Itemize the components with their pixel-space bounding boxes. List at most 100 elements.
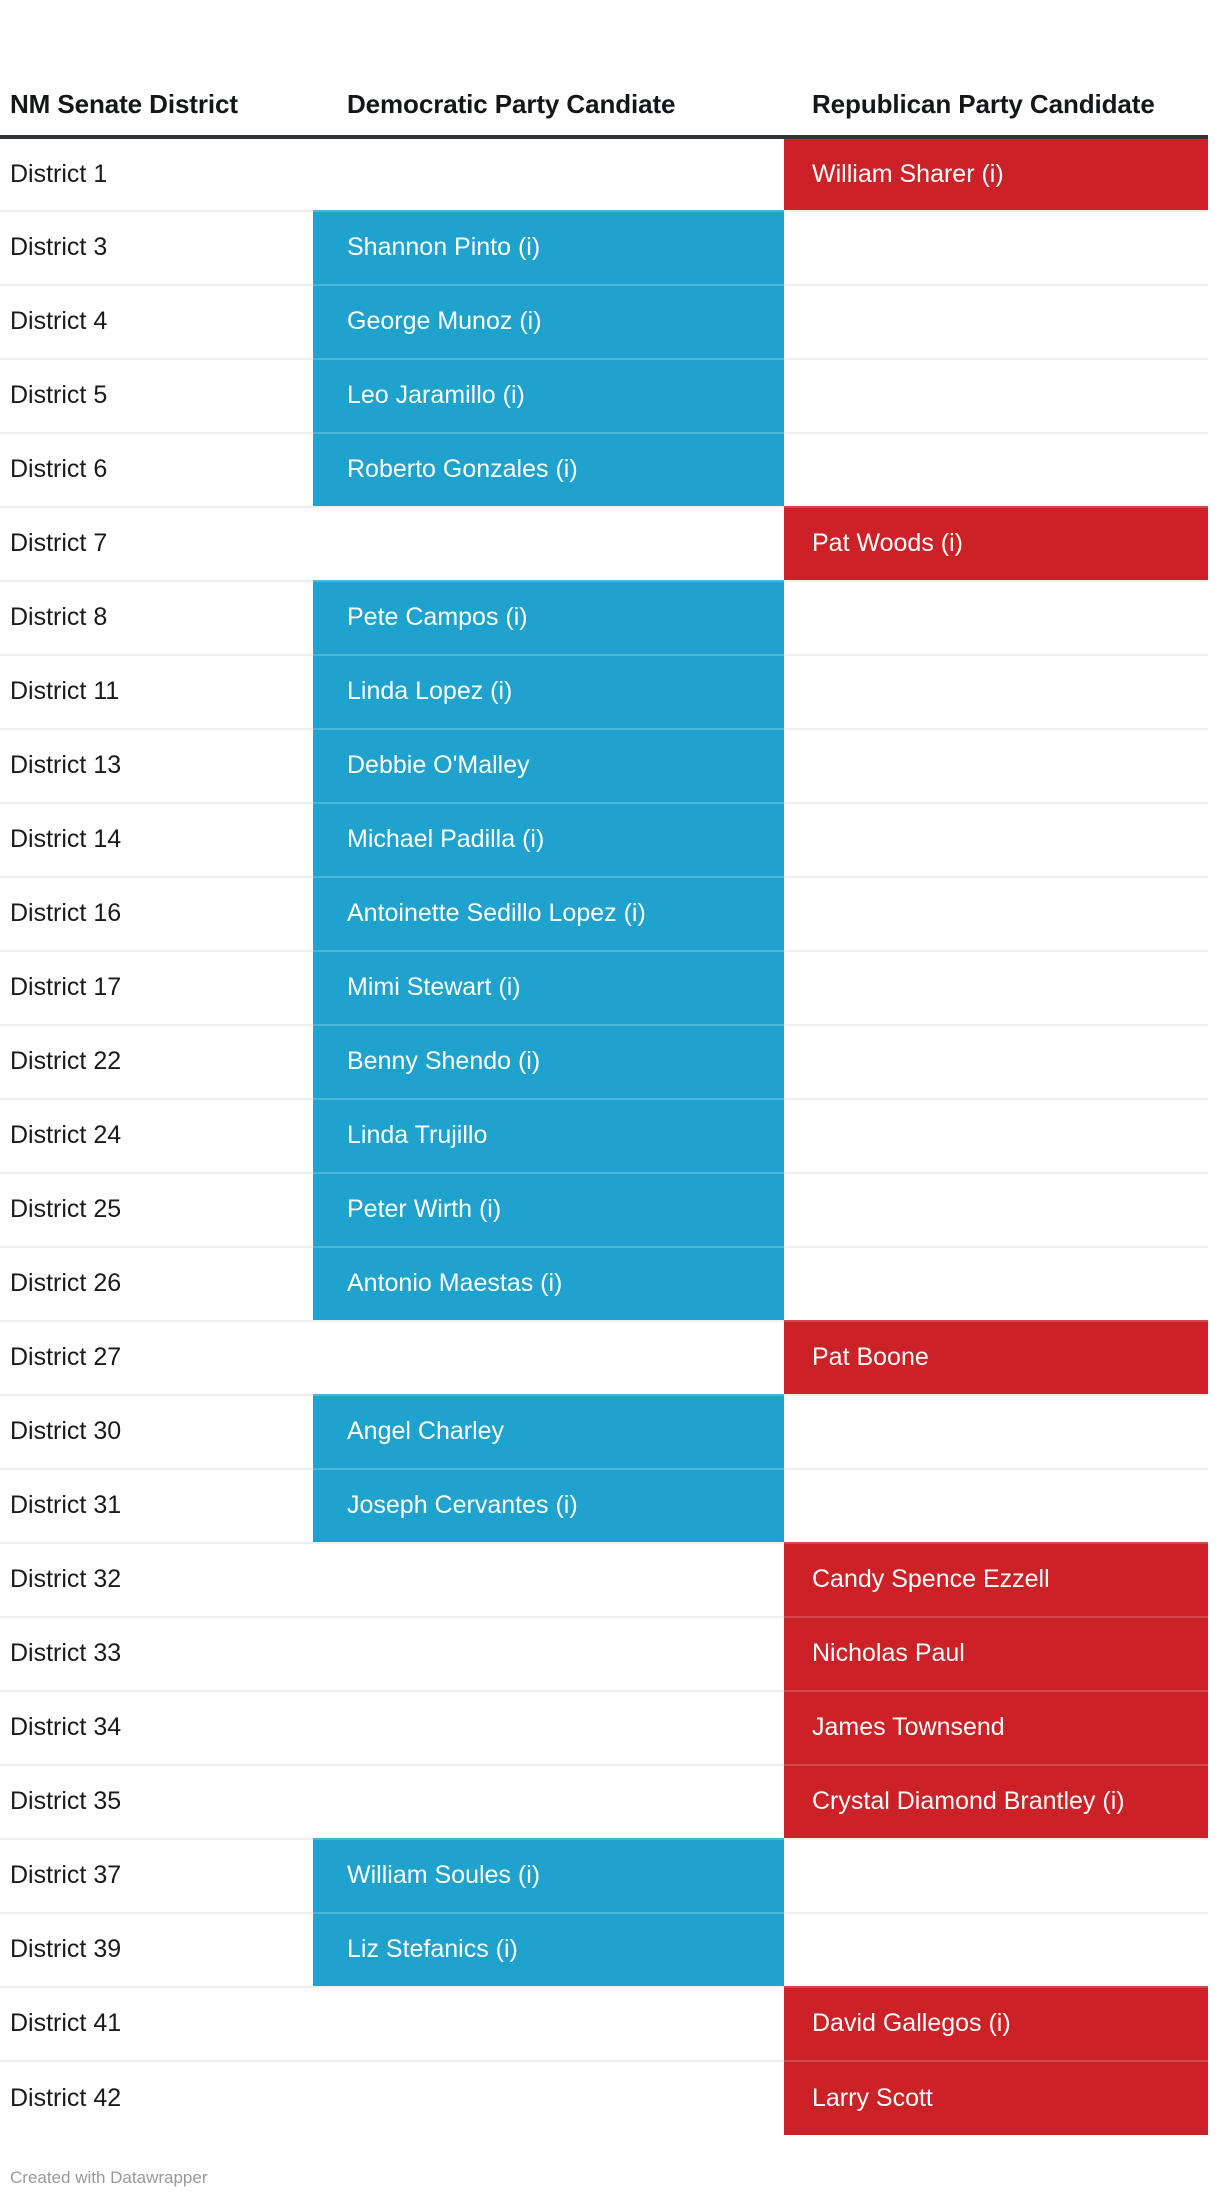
- table-row: District 31 Joseph Cervantes (i): [0, 1468, 1208, 1543]
- cell-republican-candidate: Nicholas Paul: [784, 1616, 1208, 1691]
- cell-republican-candidate: Candy Spence Ezzell: [784, 1542, 1208, 1617]
- table-row: District 39 Liz Stefanics (i): [0, 1912, 1208, 1987]
- cell-district: District 16: [0, 876, 313, 951]
- table-row: District 8 Pete Campos (i): [0, 580, 1208, 655]
- cell-republican-candidate: [784, 654, 1208, 729]
- cell-democratic-candidate: George Munoz (i): [313, 284, 784, 359]
- table-row: District 32 Candy Spence Ezzell: [0, 1542, 1208, 1617]
- cell-district: District 24: [0, 1098, 313, 1173]
- cell-democratic-candidate: Michael Padilla (i): [313, 802, 784, 877]
- cell-district: District 30: [0, 1394, 313, 1469]
- cell-district: District 32: [0, 1542, 313, 1617]
- cell-district: District 34: [0, 1690, 313, 1765]
- table-header: NM Senate District Democratic Party Cand…: [0, 0, 1208, 139]
- cell-democratic-candidate: Roberto Gonzales (i): [313, 432, 784, 507]
- cell-democratic-candidate: [313, 2060, 784, 2135]
- cell-democratic-candidate: [313, 137, 784, 211]
- cell-republican-candidate: [784, 284, 1208, 359]
- cell-democratic-candidate: Benny Shendo (i): [313, 1024, 784, 1099]
- cell-district: District 6: [0, 432, 313, 507]
- table-row: District 27 Pat Boone: [0, 1320, 1208, 1395]
- table-row: District 26 Antonio Maestas (i): [0, 1246, 1208, 1321]
- cell-democratic-candidate: [313, 1690, 784, 1765]
- cell-democratic-candidate: [313, 1764, 784, 1839]
- cell-republican-candidate: [784, 1838, 1208, 1913]
- table-row: District 33 Nicholas Paul: [0, 1616, 1208, 1691]
- cell-district: District 25: [0, 1172, 313, 1247]
- table-row: District 34 James Townsend: [0, 1690, 1208, 1765]
- cell-district: District 11: [0, 654, 313, 729]
- cell-republican-candidate: [784, 358, 1208, 433]
- cell-republican-candidate: [784, 950, 1208, 1025]
- column-header-republican-candidate: Republican Party Candidate: [784, 0, 1208, 139]
- cell-democratic-candidate: [313, 1542, 784, 1617]
- cell-republican-candidate: [784, 802, 1208, 877]
- cell-democratic-candidate: Shannon Pinto (i): [313, 210, 784, 285]
- table-row: District 7 Pat Woods (i): [0, 506, 1208, 581]
- table-row: District 11 Linda Lopez (i): [0, 654, 1208, 729]
- cell-democratic-candidate: William Soules (i): [313, 1838, 784, 1913]
- table-body: District 1 William Sharer (i) District 3 Sh…: [0, 137, 1208, 2135]
- cell-democratic-candidate: Leo Jaramillo (i): [313, 358, 784, 433]
- cell-republican-candidate: [784, 1246, 1208, 1321]
- table-row: District 25 Peter Wirth (i): [0, 1172, 1208, 1247]
- cell-district: District 41: [0, 1986, 313, 2061]
- cell-democratic-candidate: [313, 1986, 784, 2061]
- cell-district: District 8: [0, 580, 313, 655]
- cell-republican-candidate: [784, 1172, 1208, 1247]
- cell-democratic-candidate: Liz Stefanics (i): [313, 1912, 784, 1987]
- cell-democratic-candidate: Antoinette Sedillo Lopez (i): [313, 876, 784, 951]
- datawrapper-credit: Created with Datawrapper: [10, 2168, 208, 2187]
- cell-democratic-candidate: Angel Charley: [313, 1394, 784, 1469]
- cell-republican-candidate: Pat Woods (i): [784, 506, 1208, 581]
- table-row: District 16 Antoinette Sedillo Lopez (i): [0, 876, 1208, 951]
- table-row: District 4 George Munoz (i): [0, 284, 1208, 359]
- table-row: District 22 Benny Shendo (i): [0, 1024, 1208, 1099]
- cell-republican-candidate: [784, 432, 1208, 507]
- cell-district: District 31: [0, 1468, 313, 1543]
- cell-district: District 42: [0, 2060, 313, 2135]
- cell-district: District 4: [0, 284, 313, 359]
- cell-republican-candidate: [784, 580, 1208, 655]
- cell-republican-candidate: James Townsend: [784, 1690, 1208, 1765]
- cell-republican-candidate: Larry Scott: [784, 2060, 1208, 2135]
- cell-democratic-candidate: Mimi Stewart (i): [313, 950, 784, 1025]
- cell-democratic-candidate: [313, 1320, 784, 1395]
- cell-district: District 5: [0, 358, 313, 433]
- cell-district: District 22: [0, 1024, 313, 1099]
- candidates-table: NM Senate District Democratic Party Cand…: [0, 0, 1208, 2135]
- cell-district: District 37: [0, 1838, 313, 1913]
- table-row: District 24 Linda Trujillo: [0, 1098, 1208, 1173]
- cell-republican-candidate: [784, 1024, 1208, 1099]
- cell-district: District 13: [0, 728, 313, 803]
- table-row: District 6 Roberto Gonzales (i): [0, 432, 1208, 507]
- table-row: District 3 Shannon Pinto (i): [0, 210, 1208, 285]
- table-row: District 14 Michael Padilla (i): [0, 802, 1208, 877]
- cell-district: District 26: [0, 1246, 313, 1321]
- cell-democratic-candidate: Linda Trujillo: [313, 1098, 784, 1173]
- table-row: District 1 William Sharer (i): [0, 137, 1208, 211]
- cell-democratic-candidate: [313, 506, 784, 581]
- cell-democratic-candidate: Peter Wirth (i): [313, 1172, 784, 1247]
- cell-democratic-candidate: Linda Lopez (i): [313, 654, 784, 729]
- cell-district: District 17: [0, 950, 313, 1025]
- cell-democratic-candidate: Debbie O'Malley: [313, 728, 784, 803]
- cell-district: District 1: [0, 137, 313, 211]
- table-row: District 42 Larry Scott: [0, 2060, 1208, 2135]
- cell-district: District 3: [0, 210, 313, 285]
- table-row: District 35 Crystal Diamond Brantley (i): [0, 1764, 1208, 1839]
- table-row: District 5 Leo Jaramillo (i): [0, 358, 1208, 433]
- cell-district: District 27: [0, 1320, 313, 1395]
- cell-republican-candidate: [784, 876, 1208, 951]
- cell-republican-candidate: William Sharer (i): [784, 137, 1208, 211]
- cell-democratic-candidate: Antonio Maestas (i): [313, 1246, 784, 1321]
- cell-republican-candidate: [784, 1098, 1208, 1173]
- cell-democratic-candidate: Joseph Cervantes (i): [313, 1468, 784, 1543]
- cell-district: District 39: [0, 1912, 313, 1987]
- cell-republican-candidate: David Gallegos (i): [784, 1986, 1208, 2061]
- cell-republican-candidate: Crystal Diamond Brantley (i): [784, 1764, 1208, 1839]
- column-header-district: NM Senate District: [0, 0, 313, 139]
- datawrapper-table-chart: NM Senate District Democratic Party Cand…: [0, 0, 1220, 2210]
- cell-republican-candidate: [784, 1394, 1208, 1469]
- table-row: District 41 David Gallegos (i): [0, 1986, 1208, 2061]
